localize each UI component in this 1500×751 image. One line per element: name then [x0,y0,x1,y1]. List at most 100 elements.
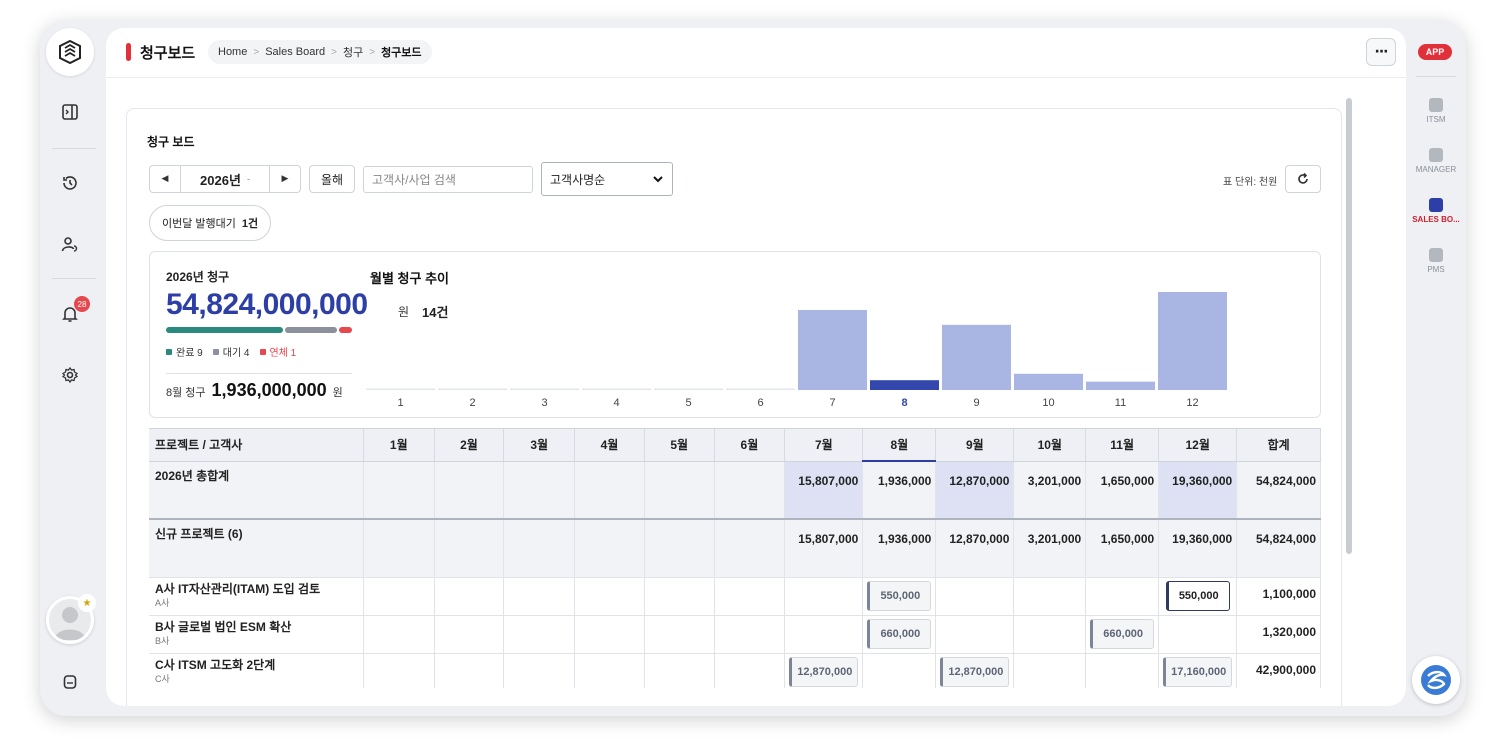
table-cell[interactable] [1013,653,1087,688]
breadcrumb-home[interactable]: Home [218,46,247,58]
row-name-cell[interactable]: 2026년 총합계 [149,461,364,520]
table-cell[interactable] [862,653,937,688]
next-year-button[interactable]: ▶ [270,166,300,192]
table-cell[interactable] [714,615,786,654]
billing-chip[interactable]: 660,000 [867,618,932,649]
table-row[interactable]: 신규 프로젝트 (6) 15,807,000 1,936,000 12,870,000… [149,519,1321,578]
table-cell[interactable] [574,653,645,688]
table-cell[interactable]: 550,000 [862,577,937,616]
table-cell[interactable] [644,577,715,616]
chart-bar-10[interactable] [1014,373,1083,390]
table-header-cell[interactable]: 2월 [434,429,505,462]
history-icon[interactable] [54,167,86,199]
billing-chip[interactable]: 550,000 [1165,580,1230,611]
row-name-cell[interactable]: B사 글로벌 법인 ESM 확산 B사 [149,615,364,654]
table-header-cell[interactable]: 1월 [363,429,435,462]
table-cell[interactable]: 660,000 [1085,615,1160,654]
row-name-cell[interactable]: C사 ITSM 고도화 2단계 C사 [149,653,364,688]
refresh-button[interactable] [1285,165,1321,193]
table-cell[interactable] [935,577,1015,616]
table-row[interactable]: B사 글로벌 법인 ESM 확산 B사 660,000 660,000 1,320,00… [149,615,1321,654]
billing-chip[interactable]: 660,000 [1090,618,1155,649]
bell-icon[interactable]: 28 [54,296,90,330]
table-cell[interactable] [434,653,505,688]
billing-chip[interactable]: 17,160,000 [1163,656,1233,687]
chart-bar-2[interactable] [438,388,507,391]
chart-bar-4[interactable] [582,388,651,391]
table-header-cell[interactable]: 3월 [503,429,576,462]
table-header-cell[interactable]: 9월 [935,429,1015,462]
chart-bar-11[interactable] [1086,381,1155,390]
prev-year-button[interactable]: ◀ [150,166,180,192]
table-cell[interactable]: 17,160,000 [1158,653,1238,688]
table-cell[interactable]: 660,000 [862,615,937,654]
table-cell[interactable] [714,653,786,688]
table-cell[interactable] [503,653,576,688]
rightbar-item-manager[interactable]: MANAGER [1406,148,1466,188]
table-header-cell[interactable]: 4월 [574,429,645,462]
table-cell[interactable] [784,577,864,616]
more-options-button[interactable]: ··· [1366,38,1396,66]
table-cell[interactable] [1085,653,1160,688]
table-cell[interactable] [644,615,715,654]
panel-toggle-icon[interactable] [54,96,86,128]
chart-bar-5[interactable] [654,388,723,391]
table-cell[interactable] [574,577,645,616]
table-cell[interactable] [784,615,864,654]
table-cell[interactable] [1085,577,1160,616]
table-row[interactable]: 2026년 총합계 15,807,000 1,936,000 12,870,000 3,… [149,461,1321,520]
chart-bar-3[interactable] [510,388,579,391]
billing-chip[interactable]: 12,870,000 [940,656,1010,687]
sort-select[interactable]: 고객사명순 [541,162,673,196]
table-header-cell[interactable]: 프로젝트 / 고객사 [149,429,364,462]
table-cell[interactable] [1013,577,1087,616]
user-sync-icon[interactable] [54,228,86,260]
table-cell[interactable] [503,577,576,616]
chart-bar-1[interactable] [366,388,435,391]
search-input[interactable] [363,166,533,193]
table-cell[interactable]: 550,000 [1158,577,1238,616]
table-header-cell[interactable]: 합계 [1236,429,1321,462]
chatbot-icon[interactable] [1412,656,1460,704]
table-cell[interactable] [363,653,435,688]
table-cell[interactable] [935,615,1015,654]
billing-chip[interactable]: 12,870,000 [789,656,859,687]
table-cell[interactable] [574,615,645,654]
table-header-cell[interactable]: 6월 [714,429,786,462]
table-cell[interactable] [503,615,576,654]
table-header-cell[interactable]: 8월 [862,429,937,462]
page-scrollbar[interactable] [1346,98,1352,554]
chart-bar-9[interactable] [942,324,1011,390]
table-header-cell[interactable]: 7월 [784,429,864,462]
table-cell[interactable] [1013,615,1087,654]
table-cell[interactable] [644,653,715,688]
table-cell[interactable] [714,577,786,616]
rightbar-item-pms[interactable]: PMS [1406,248,1466,288]
chart-bar-8[interactable] [870,380,939,390]
table-header-cell[interactable]: 12월 [1158,429,1238,462]
year-value[interactable]: 2026년 - [180,166,270,192]
breadcrumb-billing[interactable]: 청구 [343,44,363,60]
pending-issue-filter[interactable]: 이번달 발행대기 1건 [149,205,272,241]
rightbar-item-itsm[interactable]: ITSM [1406,98,1466,138]
rightbar-item-sales-board[interactable]: SALES BO... [1406,198,1466,238]
table-cell[interactable]: 12,870,000 [935,653,1015,688]
billing-chip[interactable]: 550,000 [867,580,932,611]
table-cell[interactable] [363,615,435,654]
row-name-cell[interactable]: A사 IT자산관리(ITAM) 도입 검토 A사 [149,577,364,616]
table-cell[interactable] [1158,615,1238,654]
gear-icon[interactable] [54,359,86,391]
table-header-cell[interactable]: 10월 [1013,429,1087,462]
chart-bar-12[interactable] [1158,292,1227,390]
chart-bar-7[interactable] [798,309,867,390]
bookmark-icon[interactable] [54,666,86,698]
this-year-button[interactable]: 올해 [309,165,355,193]
table-row[interactable]: A사 IT자산관리(ITAM) 도입 검토 A사 550,000 550,000 1,1… [149,577,1321,616]
table-cell[interactable] [363,577,435,616]
table-header-cell[interactable]: 11월 [1085,429,1160,462]
app-badge[interactable]: APP [1418,44,1452,60]
table-header-cell[interactable]: 5월 [644,429,715,462]
table-cell[interactable] [434,577,505,616]
table-cell[interactable] [434,615,505,654]
row-name-cell[interactable]: 신규 프로젝트 (6) [149,519,364,578]
